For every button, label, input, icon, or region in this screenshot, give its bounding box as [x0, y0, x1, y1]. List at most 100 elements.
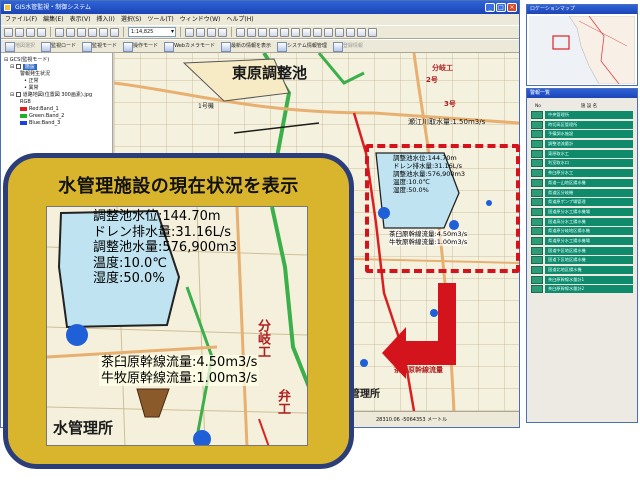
- layer-raster[interactable]: ⊟ 道路地図(位置図 300画素).jpg: [4, 92, 109, 99]
- menu-window[interactable]: ウィンドウ(W): [180, 14, 221, 25]
- reservoir-label: 東原調整池: [232, 64, 308, 82]
- menu-tools[interactable]: ツール(T): [147, 14, 173, 25]
- fixed-zoom-in-icon[interactable]: [258, 27, 267, 37]
- warning-item[interactable]: 国道北地区揚水機: [531, 266, 633, 275]
- layer-alarm-status[interactable]: 警報発生状況: [4, 71, 109, 78]
- find-icon[interactable]: [346, 27, 355, 37]
- col-no: No: [534, 104, 542, 109]
- highlight-box: 調整池水位:144.70m ドレン排水量:31.16L/s 調整池水量:576,…: [365, 144, 520, 273]
- warning-item[interactable]: 国道下区地区揚水機: [531, 256, 633, 265]
- pointer-arrow: [380, 283, 470, 383]
- zoom-in-icon[interactable]: [236, 27, 245, 37]
- redo-icon[interactable]: [110, 27, 119, 37]
- warning-item[interactable]: 県道原分水工揚水機場: [531, 236, 633, 246]
- layer-facility[interactable]: ⊟ 施設: [4, 64, 109, 71]
- warning-item[interactable]: 国道原分水工揚水機場: [531, 207, 633, 217]
- status-indicator-icon: [531, 169, 543, 178]
- forward-icon[interactable]: [313, 27, 322, 37]
- warning-list-header: No 施 設 名: [531, 103, 633, 110]
- delete-icon[interactable]: [88, 27, 97, 37]
- facility-marker[interactable]: [66, 324, 88, 346]
- close-button[interactable]: ×: [507, 3, 517, 12]
- warning-list-window: 警報一覧 No 施 設 名 中央管理所 時切高区管理所 予備調水施設 調整池流量計 東原…: [526, 88, 638, 423]
- menu-view[interactable]: 表示(V): [70, 14, 91, 25]
- monitor-load-button[interactable]: 監視ロード: [40, 41, 79, 52]
- menu-help[interactable]: ヘルプ(H): [226, 14, 253, 25]
- paste-icon[interactable]: [77, 27, 86, 37]
- warning-item-label: 茶臼原分水工: [545, 169, 633, 178]
- warning-item[interactable]: 中央管理所: [531, 111, 633, 120]
- operate-mode-button[interactable]: 操作モード: [122, 41, 161, 52]
- back-icon[interactable]: [302, 27, 311, 37]
- zoom-out-icon[interactable]: [247, 27, 256, 37]
- warning-item[interactable]: 茶臼原幹線水量計1: [531, 275, 633, 285]
- warning-item[interactable]: 茶臼原分水工: [531, 169, 633, 178]
- warning-item[interactable]: 国道中区地区揚水機: [531, 246, 633, 256]
- status-indicator-icon: [531, 111, 543, 119]
- warning-item[interactable]: 県道区分岐機: [531, 188, 633, 198]
- menu-file[interactable]: ファイル(F): [5, 14, 37, 25]
- warning-list-title: 警報一覧: [527, 89, 637, 98]
- warning-item[interactable]: 国道高分水工揚水機: [531, 217, 633, 227]
- warning-item[interactable]: 県道原ポンプ場管理: [531, 198, 633, 207]
- identify-icon[interactable]: [335, 27, 344, 37]
- valve-label-zoom: 弁工: [275, 389, 290, 415]
- flow-block: 茶臼原幹線流量:4.50m3/s 牛牧原幹線流量:1.00m3/s: [99, 355, 260, 386]
- undo-icon[interactable]: [99, 27, 108, 37]
- new-icon[interactable]: [4, 27, 13, 37]
- menu-select[interactable]: 選択(S): [121, 14, 142, 25]
- registered-info-button[interactable]: 登録情報: [332, 41, 366, 52]
- select-features-icon[interactable]: [324, 27, 333, 37]
- scale-select[interactable]: 1:14,825: [128, 27, 176, 37]
- overview-map[interactable]: [529, 16, 635, 84]
- warning-item[interactable]: 時切高区管理所: [531, 120, 633, 130]
- minimize-button[interactable]: _: [485, 3, 495, 12]
- reservoir-storage: 調整池水量:576,900m3: [93, 240, 238, 255]
- status-indicator-icon: [531, 236, 543, 245]
- map-select-button[interactable]: 地図選択: [4, 41, 38, 52]
- warning-item[interactable]: 利室取水口: [531, 159, 633, 168]
- callout-title: 水管理施設の現在状況を表示: [58, 176, 299, 197]
- status-indicator-icon: [531, 140, 543, 149]
- warning-item-label: 予備調水施設: [545, 130, 633, 139]
- custom-toolbar: 地図選択 監視ロード 監視モード 操作モード Webカメラモード 最新の情報を表…: [1, 39, 519, 53]
- measure-icon[interactable]: [357, 27, 366, 37]
- save-icon[interactable]: [26, 27, 35, 37]
- open-icon[interactable]: [15, 27, 24, 37]
- monitor-mode-button[interactable]: 監視モード: [81, 41, 120, 52]
- menu-edit[interactable]: 編集(E): [43, 14, 63, 25]
- editor-icon[interactable]: [185, 27, 194, 37]
- webcam-mode-button[interactable]: Webカメラモード: [163, 41, 218, 52]
- menu-bar: ファイル(F) 編集(E) 表示(V) 挿入(I) 選択(S) ツール(T) ウ…: [1, 14, 519, 25]
- warning-item[interactable]: 県道一山地区揚水機: [531, 178, 633, 188]
- status-indicator-icon: [531, 178, 543, 187]
- facility-marker[interactable]: [360, 359, 368, 367]
- status-indicator-icon: [531, 149, 543, 158]
- copy-icon[interactable]: [66, 27, 75, 37]
- show-latest-button[interactable]: 最新の情報を表示: [220, 41, 274, 52]
- menu-insert[interactable]: 挿入(I): [96, 14, 114, 25]
- layer-root[interactable]: ⊟ GCS(監視モード): [4, 57, 109, 64]
- overview-extent[interactable]: [552, 35, 570, 50]
- mini-flow-chausu: 茶臼原幹線流量:4.50m3/s: [389, 230, 468, 238]
- hyperlink-icon[interactable]: [368, 27, 377, 37]
- toolbox-icon[interactable]: [207, 27, 216, 37]
- full-extent-icon[interactable]: [291, 27, 300, 37]
- warning-item[interactable]: 調整池流量計: [531, 140, 633, 149]
- warning-item[interactable]: 県道原分岐地区揚水機: [531, 227, 633, 236]
- print-icon[interactable]: [37, 27, 46, 37]
- status-indicator-icon: [531, 159, 543, 168]
- system-info-button[interactable]: システム情報管理: [276, 41, 330, 52]
- catalog-icon[interactable]: [196, 27, 205, 37]
- maximize-button[interactable]: □: [496, 3, 506, 12]
- cut-icon[interactable]: [55, 27, 64, 37]
- pan-icon[interactable]: [280, 27, 289, 37]
- fixed-zoom-out-icon[interactable]: [269, 27, 278, 37]
- warning-item[interactable]: 茶臼原幹線水量計2: [531, 285, 633, 294]
- warning-item-label: 県道原ポンプ場管理: [545, 198, 633, 207]
- mini-storage: 調整池水量:576,900m3: [393, 170, 466, 178]
- warning-item[interactable]: 予備調水施設: [531, 130, 633, 139]
- warning-item[interactable]: 東原取水工: [531, 149, 633, 159]
- help-icon[interactable]: [218, 27, 227, 37]
- app-icon: [4, 4, 11, 11]
